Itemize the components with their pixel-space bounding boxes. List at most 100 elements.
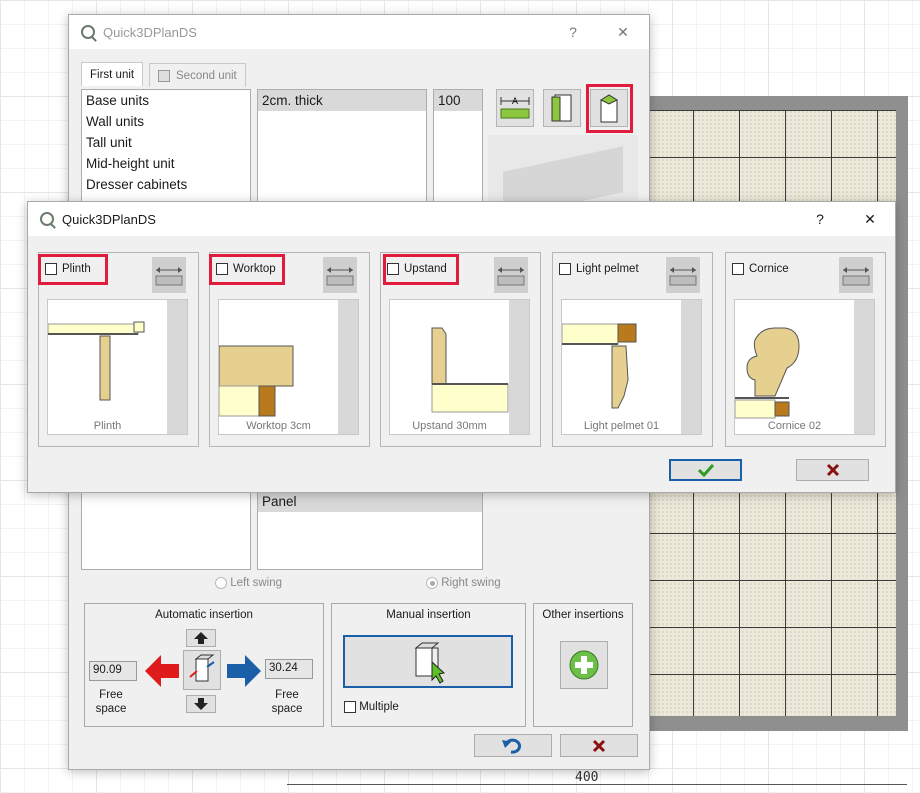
upstand-preview[interactable]: Upstand 30mm	[389, 299, 530, 435]
list-item[interactable]: Dresser cabinets	[82, 174, 250, 195]
list-item[interactable]: 2cm. thick	[258, 90, 426, 111]
ruler-icon	[497, 267, 525, 286]
scrollbar[interactable]	[167, 300, 187, 434]
light-pelmet-panel: Light pelmet Light pelmet 01	[552, 252, 713, 447]
value-list[interactable]: 100	[433, 89, 483, 209]
finishes-dialog: Quick3DPlanDS ? ✕ Plinth Plinth Worktop	[27, 201, 896, 493]
ruler-icon	[842, 267, 870, 286]
plinth-preview[interactable]: Plinth	[47, 299, 188, 435]
cabinet-move-icon	[189, 654, 215, 682]
free-space-left-value[interactable]: 90.09	[89, 661, 137, 681]
other-insertions-title: Other insertions	[542, 609, 624, 621]
arrow-left-icon	[145, 655, 179, 687]
door-unit-button[interactable]	[543, 89, 581, 127]
finishes-title: Quick3DPlanDS	[62, 211, 156, 227]
worktop-caption: Worktop 3cm	[246, 420, 311, 432]
category-list[interactable]: Base units Wall units Tall unit Mid-heig…	[81, 89, 251, 209]
free-space-right-value[interactable]: 30.24	[265, 659, 313, 679]
cornice-label: Cornice	[749, 263, 789, 275]
x-icon	[592, 739, 606, 752]
list-item[interactable]: Panel	[258, 491, 482, 512]
move-down-button[interactable]	[186, 695, 216, 713]
light-pelmet-profile-drawing	[562, 323, 637, 409]
plinth-highlight	[38, 254, 108, 285]
list-item[interactable]: Wall units	[82, 111, 250, 132]
scrollbar[interactable]	[854, 300, 874, 434]
second-unit-checkbox[interactable]	[158, 69, 170, 82]
scrollbar[interactable]	[338, 300, 358, 434]
cornice-checkbox[interactable]	[732, 263, 744, 275]
app-logo-icon	[40, 212, 54, 226]
light-pelmet-preview[interactable]: Light pelmet 01	[561, 299, 702, 435]
manual-insertion-title: Manual insertion	[386, 609, 471, 621]
scrollbar[interactable]	[509, 300, 529, 434]
move-right-button[interactable]	[225, 654, 263, 688]
manual-insertion-group: Manual insertion Multiple	[331, 603, 526, 727]
ruler-icon	[669, 267, 697, 286]
right-swing-radio[interactable]	[426, 577, 438, 589]
close-button[interactable]: ✕	[852, 202, 888, 236]
right-swing-option[interactable]: Right swing	[426, 577, 501, 589]
lower-left-list[interactable]	[81, 490, 251, 570]
main-title: Quick3DPlanDS	[103, 24, 197, 40]
finishes-titlebar: Quick3DPlanDS ? ✕	[28, 202, 895, 236]
close-button[interactable]: ✕	[605, 15, 641, 49]
left-swing-radio[interactable]	[215, 577, 227, 589]
cancel-button[interactable]	[796, 459, 869, 481]
move-up-button[interactable]	[186, 629, 216, 647]
add-insertion-button[interactable]	[560, 641, 608, 689]
light-pelmet-option[interactable]: Light pelmet	[559, 263, 639, 275]
worktop-preview[interactable]: Worktop 3cm	[218, 299, 359, 435]
ruler-icon	[326, 267, 354, 286]
help-button[interactable]: ?	[555, 15, 591, 49]
worktop-highlight	[209, 254, 285, 285]
undo-button[interactable]	[474, 734, 552, 757]
worktop-profile-drawing	[219, 345, 294, 417]
light-pelmet-measure-button[interactable]	[666, 257, 700, 293]
manual-insert-button[interactable]	[343, 635, 513, 688]
check-icon	[697, 463, 714, 477]
auto-insert-button[interactable]	[183, 650, 221, 690]
upstand-measure-button[interactable]	[494, 257, 528, 293]
cornice-measure-button[interactable]	[839, 257, 873, 293]
cornice-option[interactable]: Cornice	[732, 263, 789, 275]
left-swing-option[interactable]: Left swing	[215, 577, 282, 589]
move-left-button[interactable]	[143, 654, 181, 688]
light-pelmet-label: Light pelmet	[576, 263, 639, 275]
thickness-list[interactable]: 2cm. thick	[257, 89, 427, 209]
plinth-measure-button[interactable]	[152, 257, 186, 293]
light-pelmet-caption: Light pelmet 01	[583, 420, 660, 432]
worktop-measure-button[interactable]	[323, 257, 357, 293]
measure-button[interactable]: A	[496, 89, 534, 127]
finishes-highlight	[586, 84, 633, 133]
right-swing-label: Right swing	[441, 577, 501, 590]
light-pelmet-checkbox[interactable]	[559, 263, 571, 275]
list-item[interactable]: Base units	[82, 90, 250, 111]
ruler-icon	[155, 267, 183, 286]
list-item[interactable]: Tall unit	[82, 132, 250, 153]
cancel-main-button[interactable]	[560, 734, 638, 757]
multiple-option[interactable]: Multiple	[344, 701, 399, 713]
undo-icon	[502, 738, 522, 754]
tab-second-unit-label: Second unit	[176, 69, 237, 82]
tab-first-unit[interactable]: First unit	[81, 62, 144, 86]
cabinet-cursor-icon	[414, 642, 446, 684]
list-item[interactable]: 100	[434, 90, 482, 111]
multiple-label: Multiple	[359, 701, 399, 714]
list-item[interactable]: Mid-height unit	[82, 153, 250, 174]
unit-preview	[488, 135, 638, 218]
dimension-line	[287, 784, 907, 785]
automatic-insertion-group: Automatic insertion 90.09 30.24 Free spa…	[84, 603, 324, 727]
upstand-caption: Upstand 30mm	[412, 420, 487, 432]
left-swing-label: Left swing	[230, 577, 282, 590]
tab-second-unit[interactable]: Second unit	[149, 63, 246, 87]
help-button[interactable]: ?	[802, 202, 838, 236]
lower-right-list[interactable]: Panel	[257, 490, 483, 570]
free-space-right-label: Free space	[271, 689, 303, 715]
cornice-preview[interactable]: Cornice 02	[734, 299, 875, 435]
plinth-caption: Plinth	[93, 420, 122, 432]
ok-button[interactable]	[669, 459, 742, 481]
scrollbar[interactable]	[681, 300, 701, 434]
main-titlebar: Quick3DPlanDS ? ✕	[69, 15, 649, 49]
multiple-checkbox[interactable]	[344, 701, 356, 713]
